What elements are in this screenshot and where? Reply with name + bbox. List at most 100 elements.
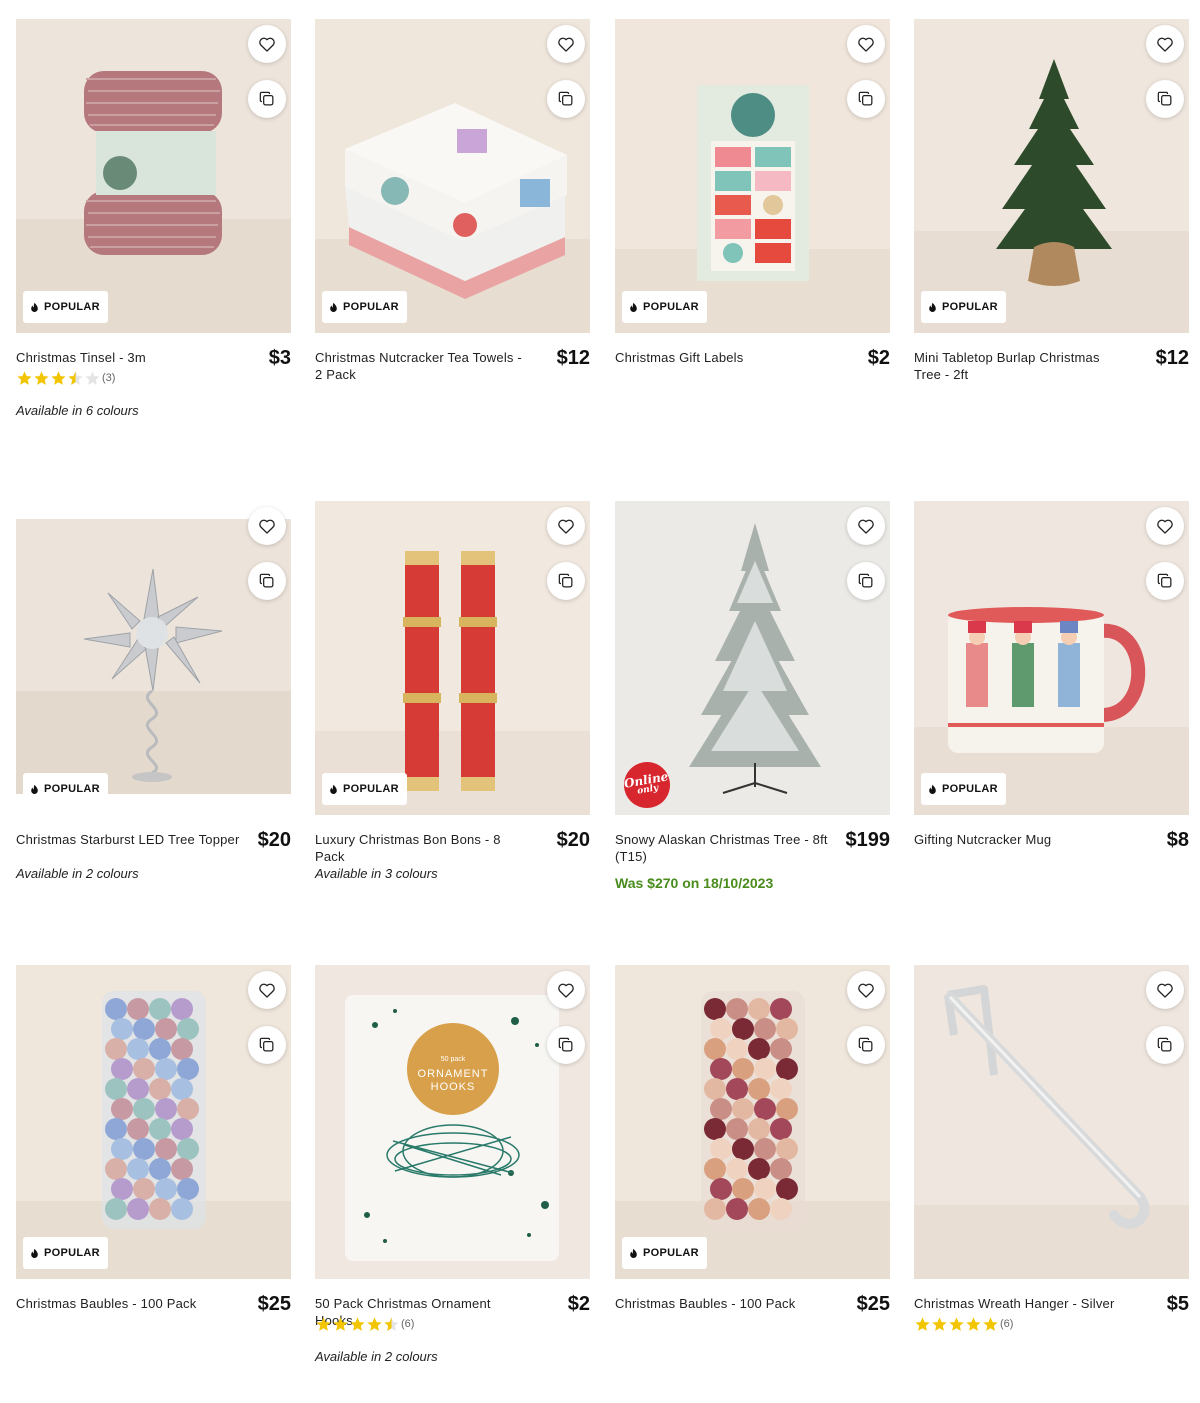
product-name[interactable]: Christmas Tinsel - 3m [16,349,231,366]
colour-availability[interactable]: Available in 3 colours [315,866,438,881]
compare-icon[interactable] [847,80,885,118]
wishlist-heart-icon[interactable] [1146,971,1184,1009]
compare-icon[interactable] [1146,1026,1184,1064]
product-card[interactable]: POPULAR Gifting Nutcracker Mug $8 [914,501,1189,901]
product-name[interactable]: Mini Tabletop Burlap Christmas Tree - 2f… [914,349,1129,383]
product-image[interactable]: 50 pack ORNAMENT HOOKS [315,965,590,1279]
product-price: $5 [1166,1293,1189,1315]
badge-label: POPULAR [44,301,100,313]
popular-badge: POPULAR [23,773,108,805]
wishlist-heart-icon[interactable] [1146,25,1184,63]
product-card[interactable]: 50 pack ORNAMENT HOOKS 50 Pack Christmas… [315,965,590,1385]
product-price: $20 [556,829,590,851]
wishlist-heart-icon[interactable] [1146,507,1184,545]
product-price: $12 [1155,347,1189,369]
product-image[interactable]: POPULAR [615,965,890,1279]
product-card[interactable]: Online only Snowy Alaskan Christmas Tree… [615,501,890,901]
product-name[interactable]: Christmas Wreath Hanger - Silver [914,1295,1129,1312]
star-rating[interactable]: (6) [914,1315,1013,1333]
product-card[interactable]: Christmas Wreath Hanger - Silver $5 (6) [914,965,1189,1385]
product-card[interactable]: POPULAR Luxury Christmas Bon Bons - 8 Pa… [315,501,590,901]
badge-label: POPULAR [44,1247,100,1259]
flame-icon [29,784,40,795]
product-image[interactable]: POPULAR [16,965,291,1279]
wishlist-heart-icon[interactable] [547,507,585,545]
rating-count: (3) [102,372,116,384]
star-full-icon [366,1316,383,1333]
compare-icon[interactable] [248,1026,286,1064]
wishlist-heart-icon[interactable] [248,25,286,63]
pack-title-label: ORNAMENT [418,1068,489,1080]
compare-icon[interactable] [248,562,286,600]
badge-label: POPULAR [942,783,998,795]
compare-icon[interactable] [547,562,585,600]
rating-count: (6) [1000,1318,1014,1330]
compare-icon[interactable] [547,80,585,118]
pack-size-label: 50 pack [441,1056,466,1063]
product-name[interactable]: Christmas Baubles - 100 Pack [16,1295,231,1312]
wishlist-heart-icon[interactable] [547,25,585,63]
star-full-icon [965,1316,982,1333]
product-image[interactable] [914,965,1189,1279]
product-name[interactable]: Christmas Gift Labels [615,349,830,366]
compare-icon[interactable] [847,562,885,600]
colour-availability[interactable]: Available in 6 colours [16,403,139,418]
star-rating[interactable]: (3) [16,369,115,387]
product-name[interactable]: Christmas Starburst LED Tree Topper [16,831,241,848]
popular-badge: POPULAR [23,1237,108,1269]
product-name[interactable]: Luxury Christmas Bon Bons - 8 Pack [315,831,530,865]
colour-availability[interactable]: Available in 2 colours [16,866,139,881]
compare-icon[interactable] [547,1026,585,1064]
compare-icon[interactable] [1146,80,1184,118]
product-image[interactable]: POPULAR [914,501,1189,815]
badge-label: POPULAR [643,1247,699,1259]
compare-icon[interactable] [1146,562,1184,600]
product-image[interactable]: POPULAR [315,501,590,815]
badge-label: POPULAR [942,301,998,313]
product-image[interactable]: POPULAR [914,19,1189,333]
star-half-icon [383,1316,400,1333]
colour-availability[interactable]: Available in 2 colours [315,1349,438,1364]
product-card[interactable]: POPULAR Christmas Gift Labels $2 [615,19,890,419]
product-name[interactable]: Christmas Baubles - 100 Pack [615,1295,830,1312]
product-name[interactable]: Gifting Nutcracker Mug [914,831,1129,848]
wishlist-heart-icon[interactable] [847,25,885,63]
product-price: $8 [1166,829,1189,851]
rating-count: (6) [401,1318,415,1330]
badge-label: POPULAR [44,783,100,795]
popular-badge: POPULAR [322,291,407,323]
product-name[interactable]: Christmas Nutcracker Tea Towels - 2 Pack [315,349,530,383]
wishlist-heart-icon[interactable] [847,507,885,545]
wishlist-heart-icon[interactable] [547,971,585,1009]
star-full-icon [315,1316,332,1333]
only-label: only [636,783,660,797]
product-image[interactable]: POPULAR [615,19,890,333]
star-full-icon [948,1316,965,1333]
product-image[interactable]: POPULAR [315,19,590,333]
product-price: $20 [257,829,291,851]
product-card[interactable]: POPULAR Christmas Starburst LED Tree Top… [16,501,291,901]
wishlist-heart-icon[interactable] [248,971,286,1009]
product-card[interactable]: POPULAR Christmas Tinsel - 3m $3 (3) Ava… [16,19,291,419]
star-full-icon [982,1316,999,1333]
star-full-icon [33,370,50,387]
flame-icon [628,1248,639,1259]
pack-title-label: HOOKS [431,1081,476,1093]
product-image[interactable]: POPULAR [16,19,291,333]
product-card[interactable]: POPULAR Christmas Nutcracker Tea Towels … [315,19,590,419]
compare-icon[interactable] [847,1026,885,1064]
star-rating[interactable]: (6) [315,1315,414,1333]
flame-icon [927,784,938,795]
product-card[interactable]: POPULAR Mini Tabletop Burlap Christmas T… [914,19,1189,419]
product-image[interactable]: Online only [615,501,890,815]
badge-label: POPULAR [343,301,399,313]
flame-icon [328,302,339,313]
wishlist-heart-icon[interactable] [248,507,286,545]
product-image[interactable]: POPULAR [16,501,291,815]
wishlist-heart-icon[interactable] [847,971,885,1009]
product-card[interactable]: POPULAR Christmas Baubles - 100 Pack $25 [615,965,890,1385]
product-name[interactable]: Snowy Alaskan Christmas Tree - 8ft (T15) [615,831,830,865]
product-card[interactable]: POPULAR Christmas Baubles - 100 Pack $25 [16,965,291,1385]
was-price: Was $270 on 18/10/2023 [615,875,774,891]
compare-icon[interactable] [248,80,286,118]
